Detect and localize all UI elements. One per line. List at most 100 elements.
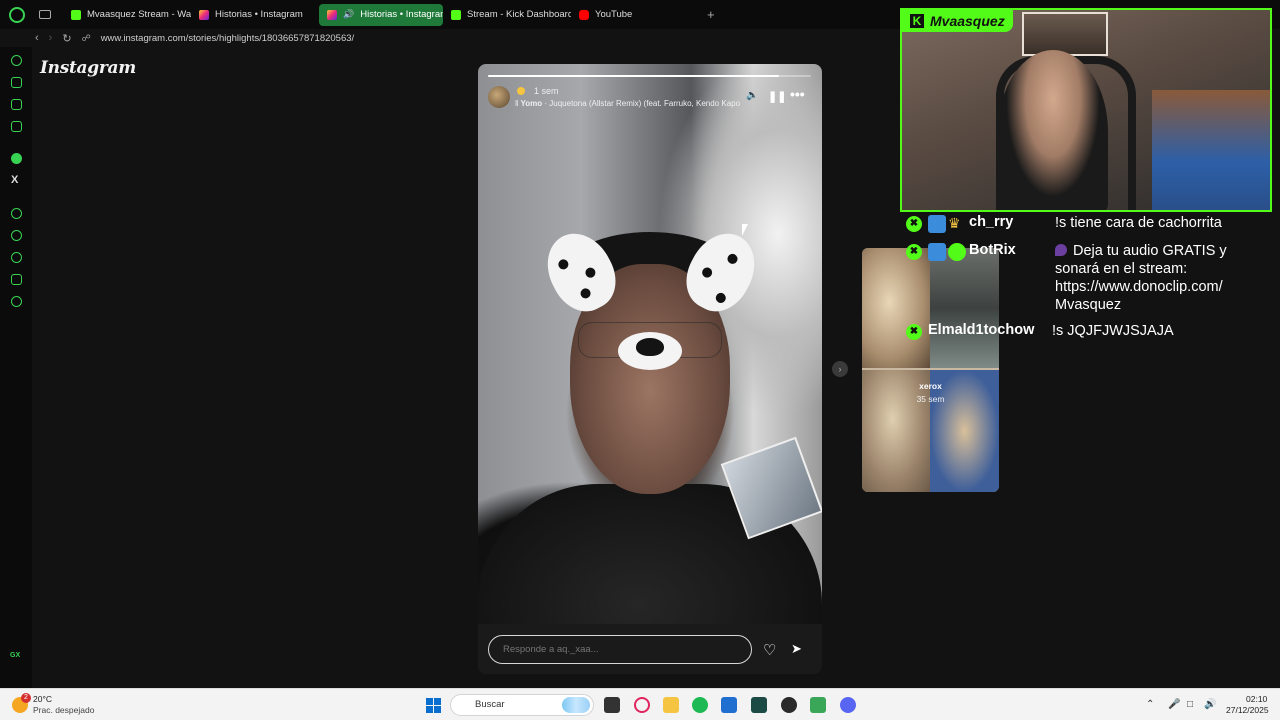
- story-viewer: 1 sem ‖ Yomo · Juquetona (Allstar Remix)…: [478, 64, 822, 674]
- webcam-streamer: [998, 50, 1108, 210]
- bag-icon[interactable]: [11, 77, 22, 88]
- play-icon[interactable]: [11, 208, 22, 219]
- forward-icon[interactable]: ›: [49, 32, 53, 44]
- tab-kick-dashboard[interactable]: Stream - Kick Dashboard: [443, 4, 571, 26]
- lock-icon: ☍: [81, 32, 91, 43]
- opera-gx-logo-icon[interactable]: [9, 6, 25, 23]
- webcam-background-bed: [1152, 90, 1270, 210]
- new-tab-button[interactable]: +: [707, 7, 715, 22]
- tab-mvaasquez-stream[interactable]: Mvaasquez Stream - Wal: [63, 4, 191, 26]
- windows-start-icon[interactable]: [426, 698, 441, 713]
- windows-taskbar: 2 20°C Prac. despejado Buscar ⌃ 🎤 □ 🔊 02…: [0, 688, 1280, 720]
- history-refresh-icon[interactable]: [11, 55, 22, 66]
- heart-icon[interactable]: [11, 230, 22, 241]
- chat-username: ch_rry: [969, 214, 1014, 230]
- drop-icon: [1055, 244, 1067, 256]
- volume-icon[interactable]: 🔊: [1204, 699, 1216, 710]
- show-hidden-icons-icon[interactable]: ⌃: [1146, 699, 1154, 710]
- streamer-name-tag: K Mvaasquez: [902, 10, 1013, 32]
- more-options-icon[interactable]: •••: [790, 86, 805, 102]
- clock-date[interactable]: 27/12/2025: [1226, 705, 1269, 715]
- spotify-icon[interactable]: [692, 697, 708, 713]
- stream-chat-overlay: ✖ ♛ ch_rry !s tiene cara de cachorrita ✖…: [900, 212, 1280, 352]
- tab-historias-instagram-active[interactable]: 🔊 Historias • Instagram: [319, 3, 443, 26]
- story-reply-row: ♡ ➤: [488, 635, 818, 665]
- next-story-time: 35 sem: [916, 394, 945, 404]
- settings-gear-icon[interactable]: [11, 296, 22, 307]
- task-view-icon[interactable]: [604, 697, 620, 713]
- terminal-app-icon[interactable]: [751, 697, 767, 713]
- story-time: 1 sem: [534, 86, 559, 96]
- story-progress-bar: [488, 75, 811, 77]
- whatsapp-icon[interactable]: [11, 153, 22, 164]
- youtube-icon: [579, 9, 589, 20]
- instagram-icon: [199, 9, 209, 20]
- story-avatar[interactable]: [488, 86, 510, 108]
- url-field[interactable]: www.instagram.com/stories/highlights/180…: [101, 33, 355, 44]
- weather-temperature[interactable]: 20°C: [33, 694, 52, 704]
- x-twitter-icon[interactable]: X: [11, 175, 22, 186]
- chat-text: !s JQJFJWJSJAJA: [1052, 323, 1174, 339]
- next-story-user: xerox: [919, 381, 942, 391]
- microsoft-store-icon[interactable]: [721, 697, 737, 713]
- crown-icon: ♛: [948, 215, 961, 231]
- webcam-background-tv: [1022, 12, 1108, 56]
- reload-icon[interactable]: ↻: [62, 32, 71, 45]
- file-explorer-icon[interactable]: [663, 697, 679, 713]
- mute-icon[interactable]: 🔈: [746, 90, 758, 101]
- instagram-logo[interactable]: Instagram: [40, 58, 136, 78]
- back-icon[interactable]: ‹: [35, 32, 39, 44]
- kick-logo-icon: K: [910, 14, 924, 28]
- weather-description[interactable]: Prac. despejado: [33, 705, 94, 715]
- streamer-name: Mvaasquez: [930, 13, 1005, 29]
- workspaces-icon[interactable]: [39, 10, 51, 19]
- emoji-icon: [517, 87, 525, 95]
- story-progress-fill: [488, 75, 779, 77]
- tab-historias-instagram-1[interactable]: Historias • Instagram: [191, 4, 319, 26]
- story-music-info[interactable]: ‖ Yomo · Juquetona (Allstar Remix) (feat…: [515, 99, 747, 108]
- kick-icon: [71, 9, 81, 20]
- address-bar: ‹ › ↻ ☍ www.instagram.com/stories/highli…: [28, 29, 900, 47]
- obs-icon[interactable]: [781, 697, 797, 713]
- story-photo: [478, 64, 822, 624]
- kick-icon: [451, 9, 461, 20]
- verified-icon: [948, 243, 966, 261]
- network-icon[interactable]: □: [1187, 699, 1193, 710]
- chat-text: !s tiene cara de cachorrita: [1055, 215, 1222, 231]
- speaker-icon[interactable]: 🔊: [343, 9, 354, 20]
- sub-badge-icon: [928, 215, 946, 233]
- clock-icon[interactable]: [11, 252, 22, 263]
- opera-gx-taskbar-icon[interactable]: [634, 697, 650, 713]
- chat-message: ✖ Elmald1tochow !s JQJFJWJSJAJA: [900, 322, 1262, 340]
- extensions-icon[interactable]: [11, 274, 22, 285]
- mouse-cursor-icon: [742, 224, 748, 236]
- pause-icon[interactable]: ❚❚: [768, 90, 786, 103]
- microphone-icon[interactable]: 🎤: [1168, 699, 1180, 710]
- chat-username: BotRix: [969, 242, 1016, 258]
- clock-time[interactable]: 02:10: [1246, 694, 1267, 704]
- webcam-overlay: K Mvaasquez: [900, 8, 1272, 212]
- kick-badge-icon: ✖: [906, 216, 922, 232]
- tab-youtube[interactable]: YouTube: [571, 4, 699, 26]
- dog-filter-nose: [618, 332, 682, 370]
- like-heart-icon[interactable]: ♡: [763, 641, 776, 659]
- weather-badge: 2: [21, 693, 31, 703]
- next-story-arrow-icon[interactable]: ›: [832, 361, 848, 377]
- gx-label[interactable]: GX: [10, 652, 20, 659]
- kick-badge-icon: ✖: [906, 244, 922, 260]
- pin-board-icon[interactable]: [11, 99, 22, 110]
- bot-badge-icon: [928, 243, 946, 261]
- story-header: 1 sem ‖ Yomo · Juquetona (Allstar Remix)…: [488, 86, 812, 110]
- chat-text: Deja tu audio GRATIS y sonará en el stre…: [1055, 243, 1227, 313]
- music-player-icon[interactable]: [11, 121, 22, 132]
- send-direct-icon[interactable]: ➤: [791, 641, 802, 657]
- kick-badge-icon: ✖: [906, 324, 922, 340]
- chat-username: Elmald1tochow: [928, 322, 1035, 338]
- browser-sidebar: X GX: [0, 47, 32, 688]
- search-highlight-icon: [562, 697, 590, 713]
- game-launcher-icon[interactable]: [810, 697, 826, 713]
- discord-icon[interactable]: [840, 697, 856, 713]
- chat-message: ✖ BotRix Deja tu audio GRATIS y sonará e…: [900, 242, 1265, 314]
- chat-message: ✖ ♛ ch_rry !s tiene cara de cachorrita: [900, 214, 1265, 233]
- reply-input[interactable]: [488, 635, 752, 664]
